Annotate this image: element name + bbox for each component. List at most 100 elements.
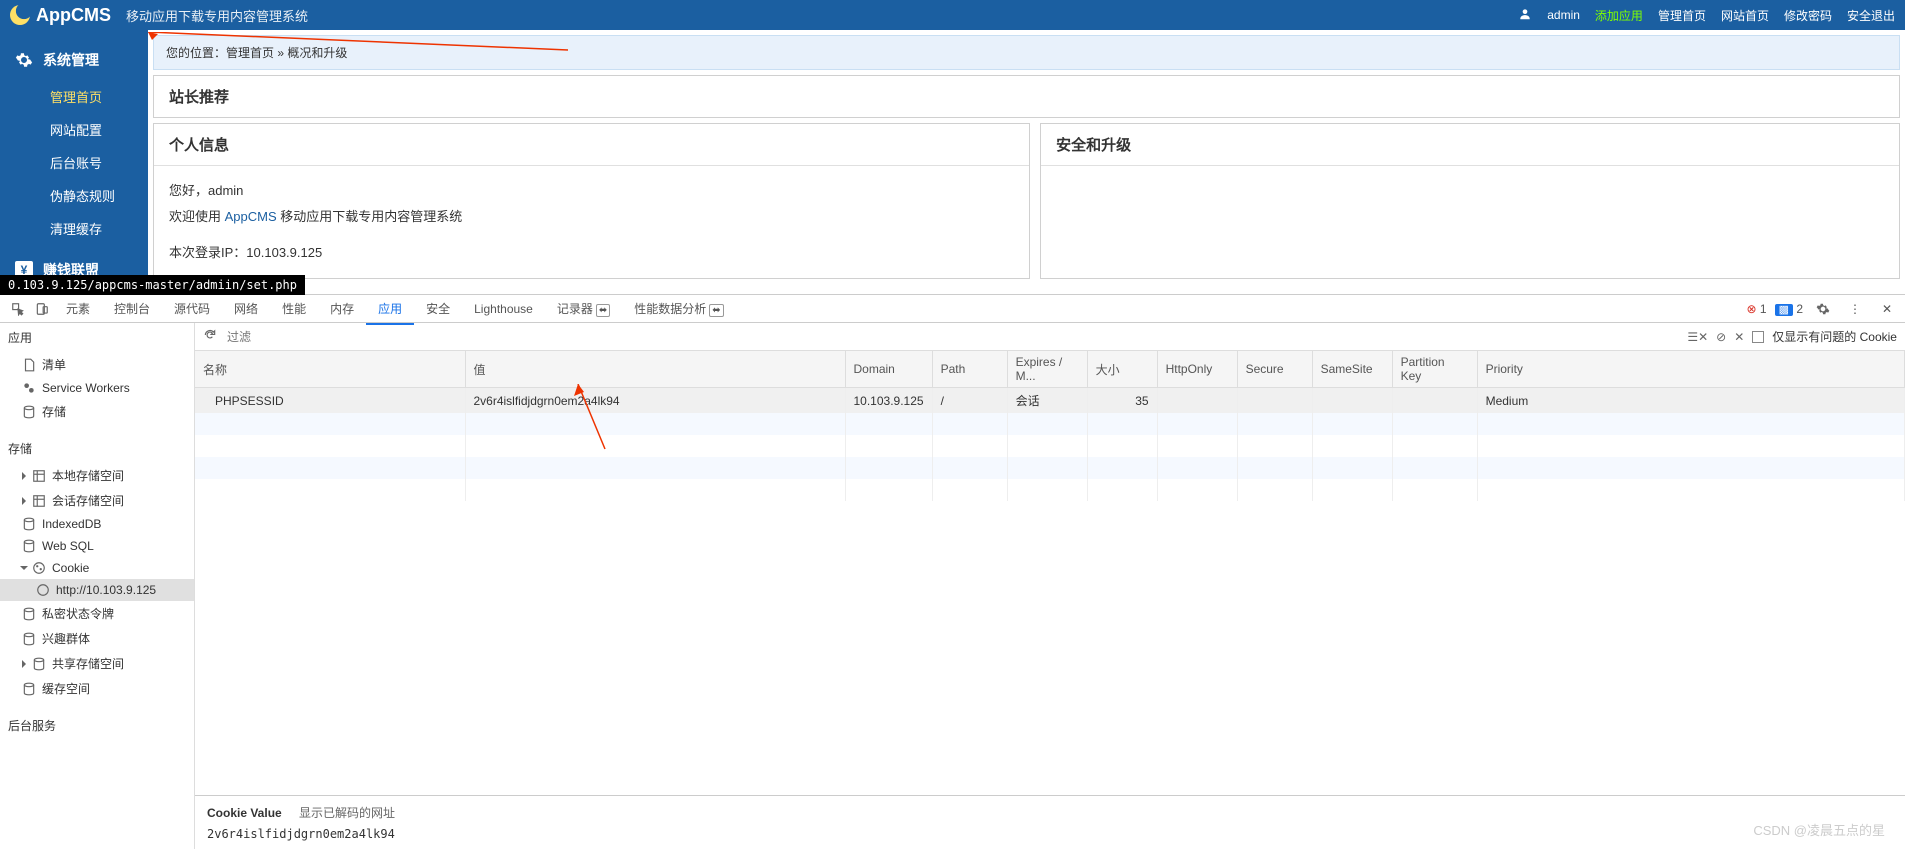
cookie-icon [36,583,50,597]
link-appcms[interactable]: AppCMS [225,209,277,224]
tab-application[interactable]: 应用 [366,294,414,325]
sidebar-item-site-config[interactable]: 网站配置 [0,113,148,146]
cookie-row[interactable]: PHPSESSID 2v6r4islfidjdgrn0em2a4lk94 10.… [195,388,1905,414]
close-devtools-icon[interactable]: ✕ [1875,302,1899,316]
panel-security: 安全和升级 [1040,123,1900,279]
sidebar-item-clear-cache[interactable]: 清理缓存 [0,212,148,245]
tab-network[interactable]: 网络 [222,294,270,323]
breadcrumb-sep: » [274,46,287,60]
cell-secure [1237,388,1312,414]
breadcrumb-prefix: 您的位置： [166,46,226,60]
devtools-tabbar: 元素 控制台 源代码 网络 性能 内存 应用 安全 Lighthouse 记录器… [0,295,1905,323]
item-service-workers[interactable]: Service Workers [0,377,194,399]
th-domain[interactable]: Domain [845,351,932,388]
th-priority[interactable]: Priority [1477,351,1904,388]
delete-icon[interactable]: ✕ [1734,330,1744,344]
sidebar-item-rewrite[interactable]: 伪静态规则 [0,179,148,212]
sidebar: 系统管理 管理首页 网站配置 后台账号 伪静态规则 清理缓存 ¥ 赚钱联盟 [0,30,148,288]
th-name[interactable]: 名称 [195,351,465,388]
link-logout[interactable]: 安全退出 [1847,7,1895,24]
url-tooltip: 0.103.9.125/appcms-master/admiin/set.php [0,275,305,295]
item-manifest[interactable]: 清单 [0,352,194,377]
tab-performance[interactable]: 性能 [270,294,318,323]
breadcrumb-home[interactable]: 管理首页 [226,46,274,60]
item-interest-groups[interactable]: 兴趣群体 [0,626,194,651]
cell-priority: Medium [1477,388,1904,414]
cell-expires: 会话 [1007,388,1087,414]
tab-perf-insights[interactable]: 性能数据分析⬌ [622,294,735,323]
only-issues-checkbox[interactable] [1752,331,1764,343]
cookies-table: 名称 值 Domain Path Expires / M... 大小 HttpO… [195,351,1905,795]
security-title: 安全和升级 [1041,124,1899,166]
th-partition[interactable]: Partition Key [1392,351,1477,388]
device-icon[interactable] [30,302,54,316]
refresh-icon[interactable] [203,328,217,345]
item-cookie[interactable]: Cookie [0,557,194,579]
filter-input[interactable] [225,328,1679,346]
cell-partition [1392,388,1477,414]
item-storage-overview[interactable]: 存储 [0,399,194,424]
item-private-tokens[interactable]: 私密状态令牌 [0,601,194,626]
info-welcome: 欢迎使用 AppCMS 移动应用下载专用内容管理系统 [169,204,1014,230]
cell-value: 2v6r4islfidjdgrn0em2a4lk94 [465,388,845,414]
link-admin-home[interactable]: 管理首页 [1658,7,1706,24]
database-icon [22,405,36,419]
item-indexeddb[interactable]: IndexedDB [0,513,194,535]
settings-icon[interactable] [1811,302,1835,316]
th-size[interactable]: 大小 [1087,351,1157,388]
header-user-area: admin 添加应用 管理首页 网站首页 修改密码 安全退出 [1518,7,1895,24]
detail-label: Cookie Value [207,806,282,820]
th-secure[interactable]: Secure [1237,351,1312,388]
devtools: 元素 控制台 源代码 网络 性能 内存 应用 安全 Lighthouse 记录器… [0,294,1905,849]
th-httponly[interactable]: HttpOnly [1157,351,1237,388]
error-badge[interactable]: ⊗ 1 [1746,302,1766,316]
filter-adv-icon[interactable]: ☰✕ [1687,330,1708,344]
database-icon [22,539,36,553]
info-badge[interactable]: ▩ 2 [1775,302,1803,316]
link-site-home[interactable]: 网站首页 [1721,7,1769,24]
cell-httponly [1157,388,1237,414]
info-title: 个人信息 [154,124,1029,166]
logo-text: AppCMS [36,5,111,26]
th-path[interactable]: Path [932,351,1007,388]
moon-icon [10,5,30,25]
tab-sources[interactable]: 源代码 [162,294,222,323]
th-expires[interactable]: Expires / M... [1007,351,1087,388]
panel-recommend: 站长推荐 [153,75,1900,118]
item-cookie-origin[interactable]: http://10.103.9.125 [0,579,194,601]
tab-console[interactable]: 控制台 [102,294,162,323]
item-cache-storage[interactable]: 缓存空间 [0,676,194,701]
main-content: 您的位置：管理首页 » 概况和升级 站长推荐 个人信息 您好，admin 欢迎使… [148,30,1905,288]
more-icon[interactable]: ⋮ [1843,302,1867,316]
tab-security[interactable]: 安全 [414,294,462,323]
item-local-storage[interactable]: 本地存储空间 [0,463,194,488]
sidebar-item-admin-home[interactable]: 管理首页 [0,80,148,113]
breadcrumb-current: 概况和升级 [287,46,347,60]
database-icon [32,657,46,671]
cell-size: 35 [1087,388,1157,414]
th-value[interactable]: 值 [465,351,845,388]
inspect-icon[interactable] [6,302,30,316]
item-shared-storage[interactable]: 共享存储空间 [0,651,194,676]
detail-value[interactable]: 2v6r4islfidjdgrn0em2a4lk94 [207,827,1893,841]
item-websql[interactable]: Web SQL [0,535,194,557]
file-icon [22,358,36,372]
chevron-down-icon [20,566,28,570]
cell-path: / [932,388,1007,414]
link-add-app[interactable]: 添加应用 [1595,7,1643,24]
link-change-pwd[interactable]: 修改密码 [1784,7,1832,24]
tab-memory[interactable]: 内存 [318,294,366,323]
database-icon [22,607,36,621]
item-session-storage[interactable]: 会话存储空间 [0,488,194,513]
decode-option[interactable]: 显示已解码的网址 [295,806,395,820]
th-samesite[interactable]: SameSite [1312,351,1392,388]
clear-icon[interactable]: ⊘ [1716,330,1726,344]
grid-icon [32,494,46,508]
sidebar-item-accounts[interactable]: 后台账号 [0,146,148,179]
section-application: 应用 [0,323,194,352]
tab-lighthouse[interactable]: Lighthouse [462,296,545,322]
tab-recorder[interactable]: 记录器⬌ [545,294,622,323]
cell-name: PHPSESSID [195,388,465,414]
tab-elements[interactable]: 元素 [54,294,102,323]
sidebar-group-system[interactable]: 系统管理 [0,40,148,80]
